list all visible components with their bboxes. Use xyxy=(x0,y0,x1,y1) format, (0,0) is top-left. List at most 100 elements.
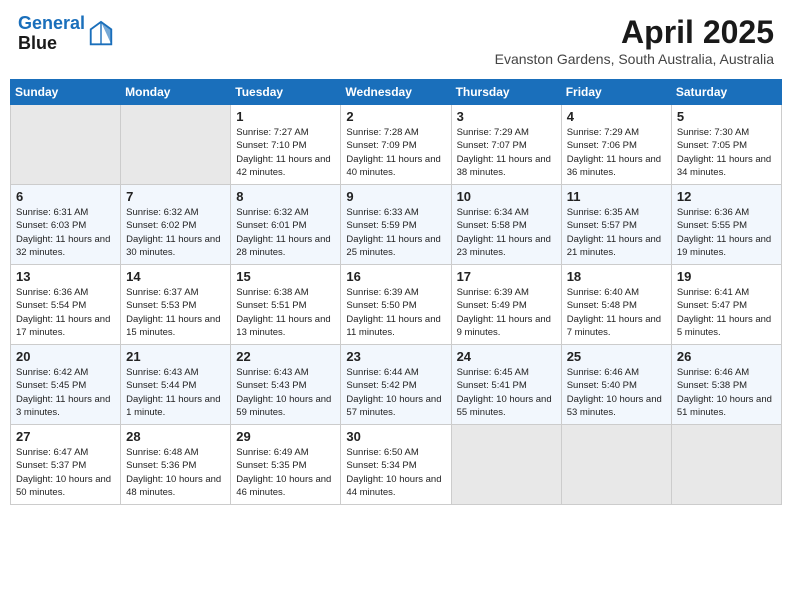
day-number: 29 xyxy=(236,429,335,444)
day-number: 18 xyxy=(567,269,666,284)
day-info: Sunrise: 6:38 AMSunset: 5:51 PMDaylight:… xyxy=(236,286,335,339)
day-header-tuesday: Tuesday xyxy=(231,80,341,105)
day-number: 30 xyxy=(346,429,445,444)
day-cell: 16Sunrise: 6:39 AMSunset: 5:50 PMDayligh… xyxy=(341,265,451,345)
day-header-monday: Monday xyxy=(121,80,231,105)
day-cell: 11 Sunrise: 6:35 AMSunset: 5:57 PMDayligh… xyxy=(561,185,671,265)
day-info: Sunrise: 6:35 AMSunset: 5:57 PMDaylight:… xyxy=(567,206,666,259)
day-number: 22 xyxy=(236,349,335,364)
day-header-sunday: Sunday xyxy=(11,80,121,105)
day-cell: 3 Sunrise: 7:29 AMSunset: 7:07 PMDaylight… xyxy=(451,105,561,185)
day-number: 20 xyxy=(16,349,115,364)
day-info: Sunrise: 6:49 AMSunset: 5:35 PMDaylight:… xyxy=(236,446,335,499)
day-number: 14 xyxy=(126,269,225,284)
day-cell xyxy=(671,425,781,505)
week-row-4: 20 Sunrise: 6:42 AMSunset: 5:45 PMDayligh… xyxy=(11,345,782,425)
day-number: 25 xyxy=(567,349,666,364)
day-cell: 29 Sunrise: 6:49 AMSunset: 5:35 PMDayligh… xyxy=(231,425,341,505)
day-number: 12 xyxy=(677,189,776,204)
day-number: 10 xyxy=(457,189,556,204)
day-number: 3 xyxy=(457,109,556,124)
day-number: 28 xyxy=(126,429,225,444)
day-info: Sunrise: 6:43 AMSunset: 5:43 PMDaylight:… xyxy=(236,366,335,419)
day-cell xyxy=(121,105,231,185)
day-cell: 15 Sunrise: 6:38 AMSunset: 5:51 PMDayligh… xyxy=(231,265,341,345)
day-cell: 30 Sunrise: 6:50 AMSunset: 5:34 PMDayligh… xyxy=(341,425,451,505)
day-info: Sunrise: 6:39 AMSunset: 5:49 PMDaylight:… xyxy=(457,286,556,339)
week-row-5: 27 Sunrise: 6:47 AMSunset: 5:37 PMDayligh… xyxy=(11,425,782,505)
day-info: Sunrise: 6:32 AMSunset: 6:01 PMDaylight:… xyxy=(236,206,335,259)
day-info: Sunrise: 6:42 AMSunset: 5:45 PMDaylight:… xyxy=(16,366,115,419)
day-header-saturday: Saturday xyxy=(671,80,781,105)
day-number: 2 xyxy=(346,109,445,124)
day-cell: 1 Sunrise: 7:27 AMSunset: 7:10 PMDaylight… xyxy=(231,105,341,185)
day-number: 13 xyxy=(16,269,115,284)
day-cell: 25 Sunrise: 6:46 AMSunset: 5:40 PMDayligh… xyxy=(561,345,671,425)
day-info: Sunrise: 6:32 AMSunset: 6:02 PMDaylight:… xyxy=(126,206,225,259)
day-number: 6 xyxy=(16,189,115,204)
day-info: Sunrise: 6:33 AMSunset: 5:59 PMDaylight:… xyxy=(346,206,445,259)
day-info: Sunrise: 6:34 AMSunset: 5:58 PMDaylight:… xyxy=(457,206,556,259)
day-cell: 27 Sunrise: 6:47 AMSunset: 5:37 PMDayligh… xyxy=(11,425,121,505)
logo-text: GeneralBlue xyxy=(18,14,85,54)
week-row-2: 6 Sunrise: 6:31 AMSunset: 6:03 PMDaylight… xyxy=(11,185,782,265)
day-number: 26 xyxy=(677,349,776,364)
day-cell: 8 Sunrise: 6:32 AMSunset: 6:01 PMDaylight… xyxy=(231,185,341,265)
day-number: 4 xyxy=(567,109,666,124)
day-number: 17 xyxy=(457,269,556,284)
day-info: Sunrise: 7:28 AMSunset: 7:09 PMDaylight:… xyxy=(346,126,445,179)
day-cell: 4Sunrise: 7:29 AMSunset: 7:06 PMDaylight… xyxy=(561,105,671,185)
day-number: 1 xyxy=(236,109,335,124)
day-info: Sunrise: 7:30 AMSunset: 7:05 PMDaylight:… xyxy=(677,126,776,179)
day-number: 11 xyxy=(567,189,666,204)
day-info: Sunrise: 6:46 AMSunset: 5:40 PMDaylight:… xyxy=(567,366,666,419)
day-cell: 7 Sunrise: 6:32 AMSunset: 6:02 PMDaylight… xyxy=(121,185,231,265)
day-cell: 10 Sunrise: 6:34 AMSunset: 5:58 PMDayligh… xyxy=(451,185,561,265)
day-cell xyxy=(11,105,121,185)
day-cell: 20 Sunrise: 6:42 AMSunset: 5:45 PMDayligh… xyxy=(11,345,121,425)
day-cell: 24 Sunrise: 6:45 AMSunset: 5:41 PMDayligh… xyxy=(451,345,561,425)
day-header-wednesday: Wednesday xyxy=(341,80,451,105)
day-cell: 5Sunrise: 7:30 AMSunset: 7:05 PMDaylight… xyxy=(671,105,781,185)
title-block: April 2025 Evanston Gardens, South Austr… xyxy=(495,14,774,67)
day-header-friday: Friday xyxy=(561,80,671,105)
day-number: 21 xyxy=(126,349,225,364)
week-row-3: 13 Sunrise: 6:36 AMSunset: 5:54 PMDayligh… xyxy=(11,265,782,345)
day-info: Sunrise: 6:44 AMSunset: 5:42 PMDaylight:… xyxy=(346,366,445,419)
day-info: Sunrise: 6:40 AMSunset: 5:48 PMDaylight:… xyxy=(567,286,666,339)
day-info: Sunrise: 6:46 AMSunset: 5:38 PMDaylight:… xyxy=(677,366,776,419)
day-number: 9 xyxy=(346,189,445,204)
day-cell: 28 Sunrise: 6:48 AMSunset: 5:36 PMDayligh… xyxy=(121,425,231,505)
day-cell xyxy=(561,425,671,505)
day-info: Sunrise: 7:27 AMSunset: 7:10 PMDaylight:… xyxy=(236,126,335,179)
day-number: 27 xyxy=(16,429,115,444)
day-info: Sunrise: 6:43 AMSunset: 5:44 PMDaylight:… xyxy=(126,366,225,419)
day-info: Sunrise: 6:36 AMSunset: 5:54 PMDaylight:… xyxy=(16,286,115,339)
calendar-table: SundayMondayTuesdayWednesdayThursdayFrid… xyxy=(10,79,782,505)
day-info: Sunrise: 6:47 AMSunset: 5:37 PMDaylight:… xyxy=(16,446,115,499)
day-cell: 9 Sunrise: 6:33 AMSunset: 5:59 PMDaylight… xyxy=(341,185,451,265)
page-header: GeneralBlue April 2025 Evanston Gardens,… xyxy=(10,10,782,71)
month-title: April 2025 xyxy=(495,14,774,51)
day-cell: 17 Sunrise: 6:39 AMSunset: 5:49 PMDayligh… xyxy=(451,265,561,345)
day-number: 24 xyxy=(457,349,556,364)
day-cell: 18 Sunrise: 6:40 AMSunset: 5:48 PMDayligh… xyxy=(561,265,671,345)
location-subtitle: Evanston Gardens, South Australia, Austr… xyxy=(495,51,774,67)
day-cell: 26 Sunrise: 6:46 AMSunset: 5:38 PMDayligh… xyxy=(671,345,781,425)
day-cell: 23Sunrise: 6:44 AMSunset: 5:42 PMDayligh… xyxy=(341,345,451,425)
day-info: Sunrise: 6:37 AMSunset: 5:53 PMDaylight:… xyxy=(126,286,225,339)
day-number: 15 xyxy=(236,269,335,284)
day-info: Sunrise: 6:50 AMSunset: 5:34 PMDaylight:… xyxy=(346,446,445,499)
day-info: Sunrise: 7:29 AMSunset: 7:07 PMDaylight:… xyxy=(457,126,556,179)
day-cell: 12Sunrise: 6:36 AMSunset: 5:55 PMDayligh… xyxy=(671,185,781,265)
day-info: Sunrise: 6:45 AMSunset: 5:41 PMDaylight:… xyxy=(457,366,556,419)
day-cell: 22 Sunrise: 6:43 AMSunset: 5:43 PMDayligh… xyxy=(231,345,341,425)
day-number: 8 xyxy=(236,189,335,204)
day-cell: 6 Sunrise: 6:31 AMSunset: 6:03 PMDaylight… xyxy=(11,185,121,265)
day-number: 7 xyxy=(126,189,225,204)
day-info: Sunrise: 6:31 AMSunset: 6:03 PMDaylight:… xyxy=(16,206,115,259)
day-info: Sunrise: 6:41 AMSunset: 5:47 PMDaylight:… xyxy=(677,286,776,339)
day-info: Sunrise: 6:48 AMSunset: 5:36 PMDaylight:… xyxy=(126,446,225,499)
day-number: 19 xyxy=(677,269,776,284)
day-cell: 14 Sunrise: 6:37 AMSunset: 5:53 PMDayligh… xyxy=(121,265,231,345)
